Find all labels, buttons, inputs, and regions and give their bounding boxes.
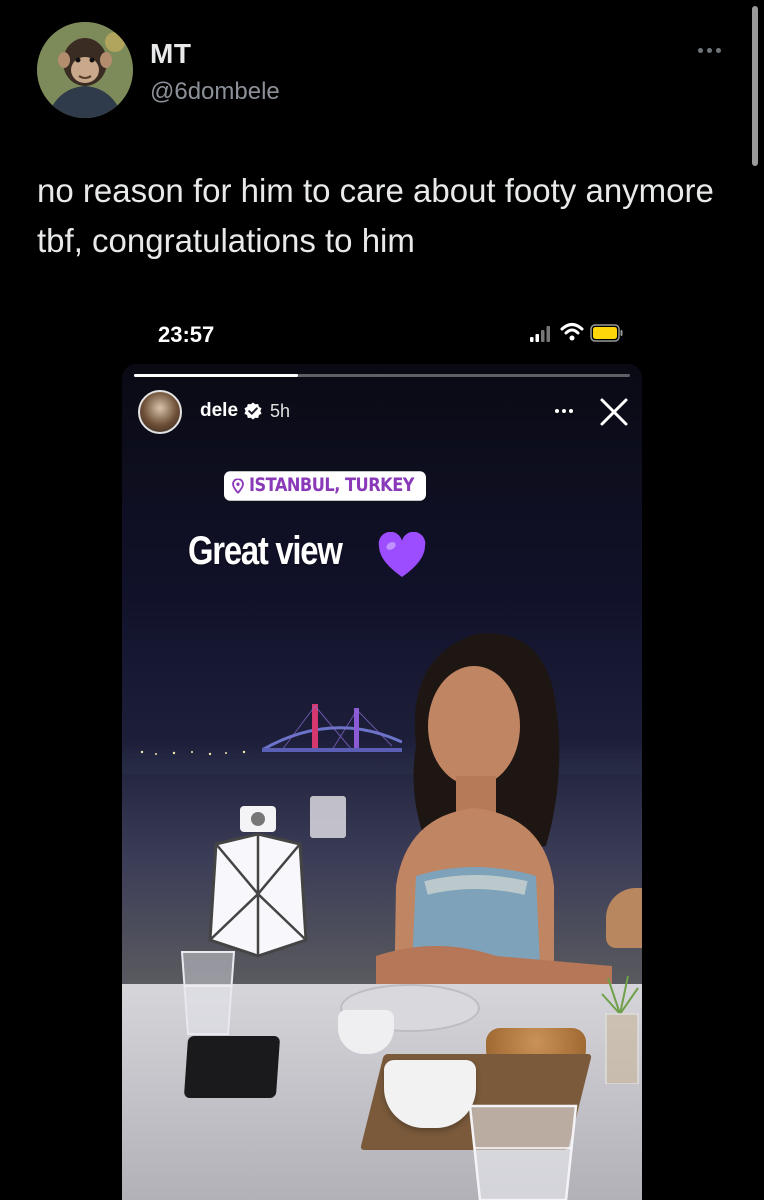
- smartphone-on-table: [183, 1036, 281, 1098]
- instagram-story[interactable]: dele 5h ISTANBUL, TURKEY Great view: [122, 364, 642, 1200]
- story-caption: Great view: [188, 529, 343, 573]
- location-sticker[interactable]: ISTANBUL, TURKEY: [224, 471, 427, 501]
- purple-heart-icon: [378, 532, 426, 577]
- dot-icon: [715, 47, 721, 53]
- story-progress-fill: [134, 374, 298, 377]
- dot-icon: [562, 409, 566, 413]
- wifi-icon: [560, 323, 584, 341]
- dot-icon: [555, 409, 559, 413]
- front-glass-icon: [468, 1104, 578, 1200]
- dot-icon: [697, 47, 703, 53]
- verified-badge-icon: [244, 402, 262, 420]
- person-illustration: [376, 633, 612, 1006]
- location-text: ISTANBUL, TURKEY: [249, 474, 415, 497]
- location-pin-icon: [232, 478, 244, 493]
- scrollbar[interactable]: [752, 6, 758, 166]
- chimpanzee-avatar-icon: [37, 22, 133, 118]
- water-glass-icon: [180, 951, 236, 1035]
- story-username[interactable]: dele: [200, 400, 238, 422]
- dot-icon: [569, 409, 573, 413]
- avatar[interactable]: [37, 22, 133, 118]
- small-lantern: [310, 796, 346, 838]
- user-handle[interactable]: @6dombele: [150, 78, 280, 106]
- dot-icon: [706, 47, 712, 53]
- story-progress-bar: [134, 374, 630, 377]
- story-avatar[interactable]: [138, 390, 182, 434]
- plant-icon: [601, 975, 639, 1084]
- more-options-button[interactable]: [692, 38, 726, 62]
- story-more-button[interactable]: [550, 400, 578, 422]
- cellular-signal-icon: [530, 326, 550, 342]
- battery-icon: [590, 324, 623, 342]
- close-icon[interactable]: [598, 396, 630, 428]
- tweet-text: no reason for him to care about footy an…: [37, 172, 714, 259]
- table-lantern-icon: [208, 806, 308, 958]
- phone-status-bar: 23:57: [120, 318, 640, 354]
- story-time: 5h: [270, 401, 291, 421]
- display-name[interactable]: MT: [150, 38, 191, 70]
- status-time: 23:57: [158, 322, 215, 347]
